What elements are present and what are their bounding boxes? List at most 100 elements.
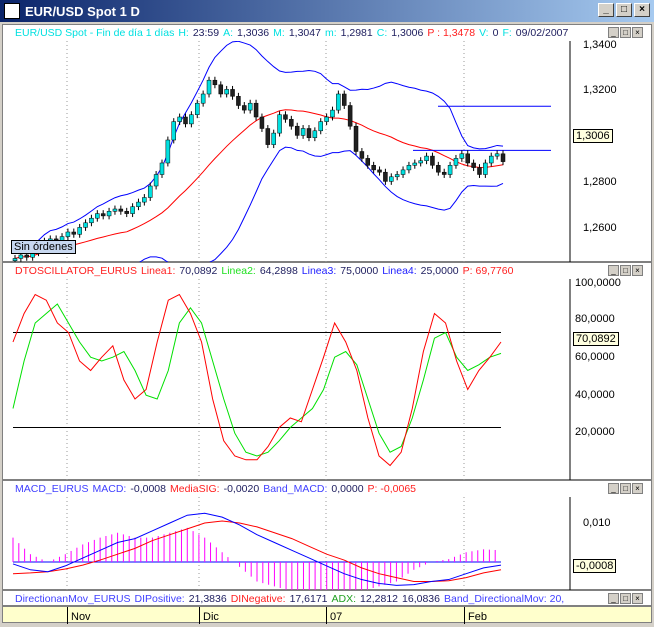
bollinger-lower-line [15, 146, 504, 263]
header-field: P: 69,7760 [462, 265, 514, 277]
price-pane[interactable]: EUR/USD Spot - Fin de día 1 días H: 23:59 A… [2, 24, 653, 263]
candle [412, 162, 418, 166]
header-field: EUR/USD Spot - Fin de día 1 días [15, 27, 175, 39]
candle [183, 116, 188, 125]
pane-close-button[interactable]: × [632, 265, 643, 276]
candle [465, 153, 470, 164]
candle [236, 96, 241, 106]
header-field: F: [502, 27, 512, 39]
candle [171, 121, 176, 141]
candle [347, 105, 353, 127]
header-field: 1,3006 [391, 27, 424, 39]
header-field: DIPositive: [134, 593, 185, 605]
candle [100, 213, 106, 217]
candle [242, 105, 247, 111]
header-field: Linea4: [382, 265, 417, 277]
candle [441, 171, 447, 175]
orders-label[interactable]: Sin órdenes [11, 240, 76, 254]
candle [324, 116, 329, 122]
window-title: EUR/USD Spot 1 D [25, 3, 140, 19]
pane-close-button[interactable]: × [632, 27, 643, 38]
candle [312, 130, 318, 138]
candle [500, 153, 506, 162]
candle [377, 169, 382, 173]
candle [418, 160, 423, 164]
candle [136, 201, 141, 207]
candle [488, 155, 494, 164]
candle [177, 116, 182, 122]
header-field: M: [273, 27, 285, 39]
candle [406, 165, 412, 171]
candle [159, 162, 165, 175]
pane-maximize-button[interactable]: □ [620, 593, 631, 604]
candle [330, 109, 335, 118]
pane-maximize-button[interactable]: □ [620, 27, 631, 38]
header-field: MACD: [92, 483, 127, 495]
header-field: Band_MACD: [263, 483, 328, 495]
candle [336, 93, 341, 111]
candle [424, 155, 429, 161]
candle [359, 151, 365, 159]
close-button[interactable]: × [634, 3, 650, 17]
pane-minimize-button[interactable]: _ [608, 27, 619, 38]
header-field: 0,0000 [331, 483, 364, 495]
macd-chart[interactable] [3, 497, 653, 591]
oscillator-chart[interactable] [3, 279, 653, 481]
candle [318, 121, 323, 132]
header-field: 1,3036 [237, 27, 270, 39]
header-field: P: -0,0065 [367, 483, 416, 495]
minimize-button[interactable]: _ [598, 3, 614, 17]
candle [430, 155, 435, 166]
directional-movement-pane[interactable]: DirectionanMov_EURUS DIPositive: 21,3836 DI… [2, 590, 652, 606]
header-field: C: [376, 27, 388, 39]
oscillator-pane[interactable]: DTOSCILLATOR_EURUS Linea1: 70,0892 Linea2: 6… [2, 262, 653, 481]
candle [447, 165, 453, 175]
oscillator-line1 [12, 293, 502, 467]
header-field: Linea1: [140, 265, 176, 277]
pane-minimize-button[interactable]: _ [608, 483, 619, 494]
pane-maximize-button[interactable]: □ [620, 483, 631, 494]
candle [106, 211, 112, 217]
candle [18, 254, 24, 259]
header-field: 17,6171 [289, 593, 328, 605]
current-price-label: 1,3006 [573, 129, 613, 143]
pane-maximize-button[interactable]: □ [620, 265, 631, 276]
pane-close-button[interactable]: × [632, 593, 643, 604]
x-tick: Dic [199, 607, 219, 624]
price-chart[interactable] [3, 41, 653, 263]
pane-minimize-button[interactable]: _ [608, 593, 619, 604]
header-field: 1,3047 [288, 27, 321, 39]
candle [389, 176, 394, 182]
macd-pane-header: MACD_EURUS MACD: -0,0008 MediaSIG: -0,0020 Ba… [3, 481, 651, 497]
candle [259, 116, 265, 129]
header-field: DTOSCILLATOR_EURUS [15, 265, 137, 277]
candle [112, 208, 118, 212]
price-pane-header: EUR/USD Spot - Fin de día 1 días H: 23:59 A… [3, 25, 651, 41]
header-field: P : 1,3478 [427, 27, 476, 39]
header-field: Band_DirectionalMov: 20, [443, 593, 565, 605]
header-field: MediaSIG: [169, 483, 220, 495]
header-field: DirectionanMov_EURUS [15, 593, 131, 605]
candle [118, 208, 124, 212]
header-field: 16,0836 [402, 593, 440, 605]
y-tick: 100,0000 [575, 277, 621, 289]
y-tick: 80,0000 [575, 313, 615, 325]
header-field: 64,2898 [259, 265, 298, 277]
y-tick: 1,3400 [583, 39, 617, 51]
candle [471, 162, 476, 168]
pane-minimize-button[interactable]: _ [608, 265, 619, 276]
maximize-button[interactable]: □ [616, 3, 632, 17]
header-field: -0,0008 [130, 483, 166, 495]
candle [12, 258, 18, 261]
candle [147, 185, 153, 198]
candle [206, 79, 212, 95]
candle [71, 231, 77, 235]
current-macd-label: -0,0008 [573, 559, 617, 573]
x-tick: Nov [67, 607, 91, 624]
header-field: 21,3836 [188, 593, 227, 605]
candle [247, 102, 253, 111]
macd-pane[interactable]: MACD_EURUS MACD: -0,0008 MediaSIG: -0,0020 Ba… [2, 480, 653, 591]
header-field: DINegative: [230, 593, 286, 605]
pane-close-button[interactable]: × [632, 483, 643, 494]
candle [494, 153, 500, 157]
